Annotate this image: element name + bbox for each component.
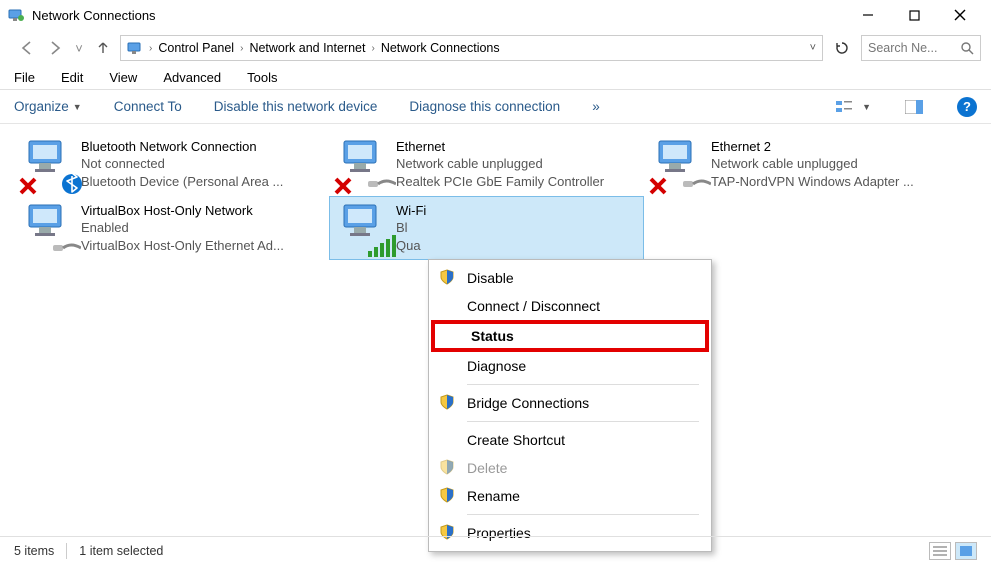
separator [467, 384, 699, 385]
connection-icon [21, 201, 81, 257]
connection-status: Not connected [81, 155, 322, 173]
connection-status: Network cable unplugged [396, 155, 637, 173]
view-options-button[interactable] [834, 96, 856, 118]
ctx-delete: Delete [431, 454, 709, 482]
shield-icon [439, 394, 457, 412]
help-button[interactable]: ? [957, 97, 977, 117]
connection-status: Bl [396, 219, 637, 237]
error-x-icon [649, 177, 667, 195]
search-placeholder: Search Ne... [868, 41, 954, 55]
diagnose-button[interactable]: Diagnose this connection [409, 99, 560, 114]
window-icon [8, 7, 24, 23]
breadcrumb[interactable]: Network and Internet [249, 41, 365, 55]
disable-device-button[interactable]: Disable this network device [214, 99, 378, 114]
menu-tools[interactable]: Tools [243, 68, 281, 87]
breadcrumb[interactable]: Network Connections [381, 41, 500, 55]
connection-icon [21, 137, 81, 193]
content-area: Bluetooth Network Connection Not connect… [0, 124, 991, 268]
details-view-button[interactable] [929, 542, 951, 560]
maximize-button[interactable] [891, 0, 937, 30]
ctx-rename[interactable]: Rename [431, 482, 709, 510]
connection-name: Ethernet 2 [711, 138, 952, 156]
ctx-disable[interactable]: Disable [431, 264, 709, 292]
separator [467, 421, 699, 422]
connection-item-ethernet[interactable]: Ethernet Network cable unplugged Realtek… [329, 132, 644, 196]
error-x-icon [19, 177, 37, 195]
up-button[interactable] [92, 37, 114, 59]
shield-icon [439, 487, 457, 505]
context-menu: Disable Connect / Disconnect Status Diag… [428, 259, 712, 552]
address-dropdown-icon[interactable]: ˅ [810, 42, 816, 54]
bluetooth-icon [61, 173, 83, 195]
status-selected: 1 item selected [79, 544, 163, 558]
status-count: 5 items [14, 544, 54, 558]
refresh-button[interactable] [829, 35, 855, 61]
close-button[interactable] [937, 0, 983, 30]
ctx-diagnose[interactable]: Diagnose [431, 352, 709, 380]
chevron-right-icon: › [371, 43, 374, 54]
signal-icon [368, 235, 396, 257]
connection-name: Wi-Fi [396, 202, 637, 220]
connection-name: Ethernet [396, 138, 637, 156]
nav-row: ˅ › Control Panel › Network and Internet… [0, 30, 991, 66]
connection-device: TAP-NordVPN Windows Adapter ... [711, 173, 952, 191]
more-commands-button[interactable]: » [592, 99, 600, 114]
separator [467, 514, 699, 515]
connection-item-ethernet2[interactable]: Ethernet 2 Network cable unplugged TAP-N… [644, 132, 959, 196]
connection-device: Bluetooth Device (Personal Area ... [81, 173, 322, 191]
connection-device: VirtualBox Host-Only Ethernet Ad... [81, 237, 322, 255]
menu-file[interactable]: File [10, 68, 39, 87]
window-title: Network Connections [32, 8, 845, 23]
connection-name: Bluetooth Network Connection [81, 138, 322, 156]
search-box[interactable]: Search Ne... [861, 35, 981, 61]
connection-item-bluetooth[interactable]: Bluetooth Network Connection Not connect… [14, 132, 329, 196]
connection-item-wifi[interactable]: Wi-Fi Bl Qua [329, 196, 644, 260]
cable-icon [368, 177, 396, 191]
preview-pane-button[interactable] [903, 96, 925, 118]
status-bar: 5 items 1 item selected [0, 536, 991, 564]
shield-icon [439, 269, 457, 287]
address-bar[interactable]: › Control Panel › Network and Internet ›… [120, 35, 823, 61]
connection-device: Realtek PCIe GbE Family Controller [396, 173, 637, 191]
cable-icon [53, 241, 81, 255]
recent-dropdown[interactable]: ˅ [72, 37, 86, 59]
chevron-right-icon: › [149, 43, 152, 54]
connect-to-button[interactable]: Connect To [114, 99, 182, 114]
connection-status: Network cable unplugged [711, 155, 952, 173]
error-x-icon [334, 177, 352, 195]
breadcrumb[interactable]: Control Panel [158, 41, 234, 55]
connection-status: Enabled [81, 219, 322, 237]
titlebar: Network Connections [0, 0, 991, 30]
chevron-right-icon: › [240, 43, 243, 54]
connection-icon [336, 137, 396, 193]
ctx-bridge[interactable]: Bridge Connections [431, 389, 709, 417]
menu-view[interactable]: View [105, 68, 141, 87]
ctx-connect-disconnect[interactable]: Connect / Disconnect [431, 292, 709, 320]
search-icon [960, 41, 974, 55]
connection-item-vbox[interactable]: VirtualBox Host-Only Network Enabled Vir… [14, 196, 329, 260]
organize-button[interactable]: Organize ▼ [14, 99, 82, 114]
thumbnails-view-button[interactable] [955, 542, 977, 560]
minimize-button[interactable] [845, 0, 891, 30]
menu-bar: File Edit View Advanced Tools [0, 66, 991, 90]
forward-button[interactable] [44, 37, 66, 59]
ctx-status[interactable]: Status [431, 320, 709, 352]
connection-icon [651, 137, 711, 193]
shield-icon [439, 459, 457, 477]
menu-advanced[interactable]: Advanced [159, 68, 225, 87]
connection-device: Qua [396, 237, 637, 255]
address-icon [127, 40, 143, 56]
connection-name: VirtualBox Host-Only Network [81, 202, 322, 220]
menu-edit[interactable]: Edit [57, 68, 87, 87]
ctx-create-shortcut[interactable]: Create Shortcut [431, 426, 709, 454]
cable-icon [683, 177, 711, 191]
connection-icon [336, 201, 396, 257]
command-bar: Organize ▼ Connect To Disable this netwo… [0, 90, 991, 124]
back-button[interactable] [16, 37, 38, 59]
